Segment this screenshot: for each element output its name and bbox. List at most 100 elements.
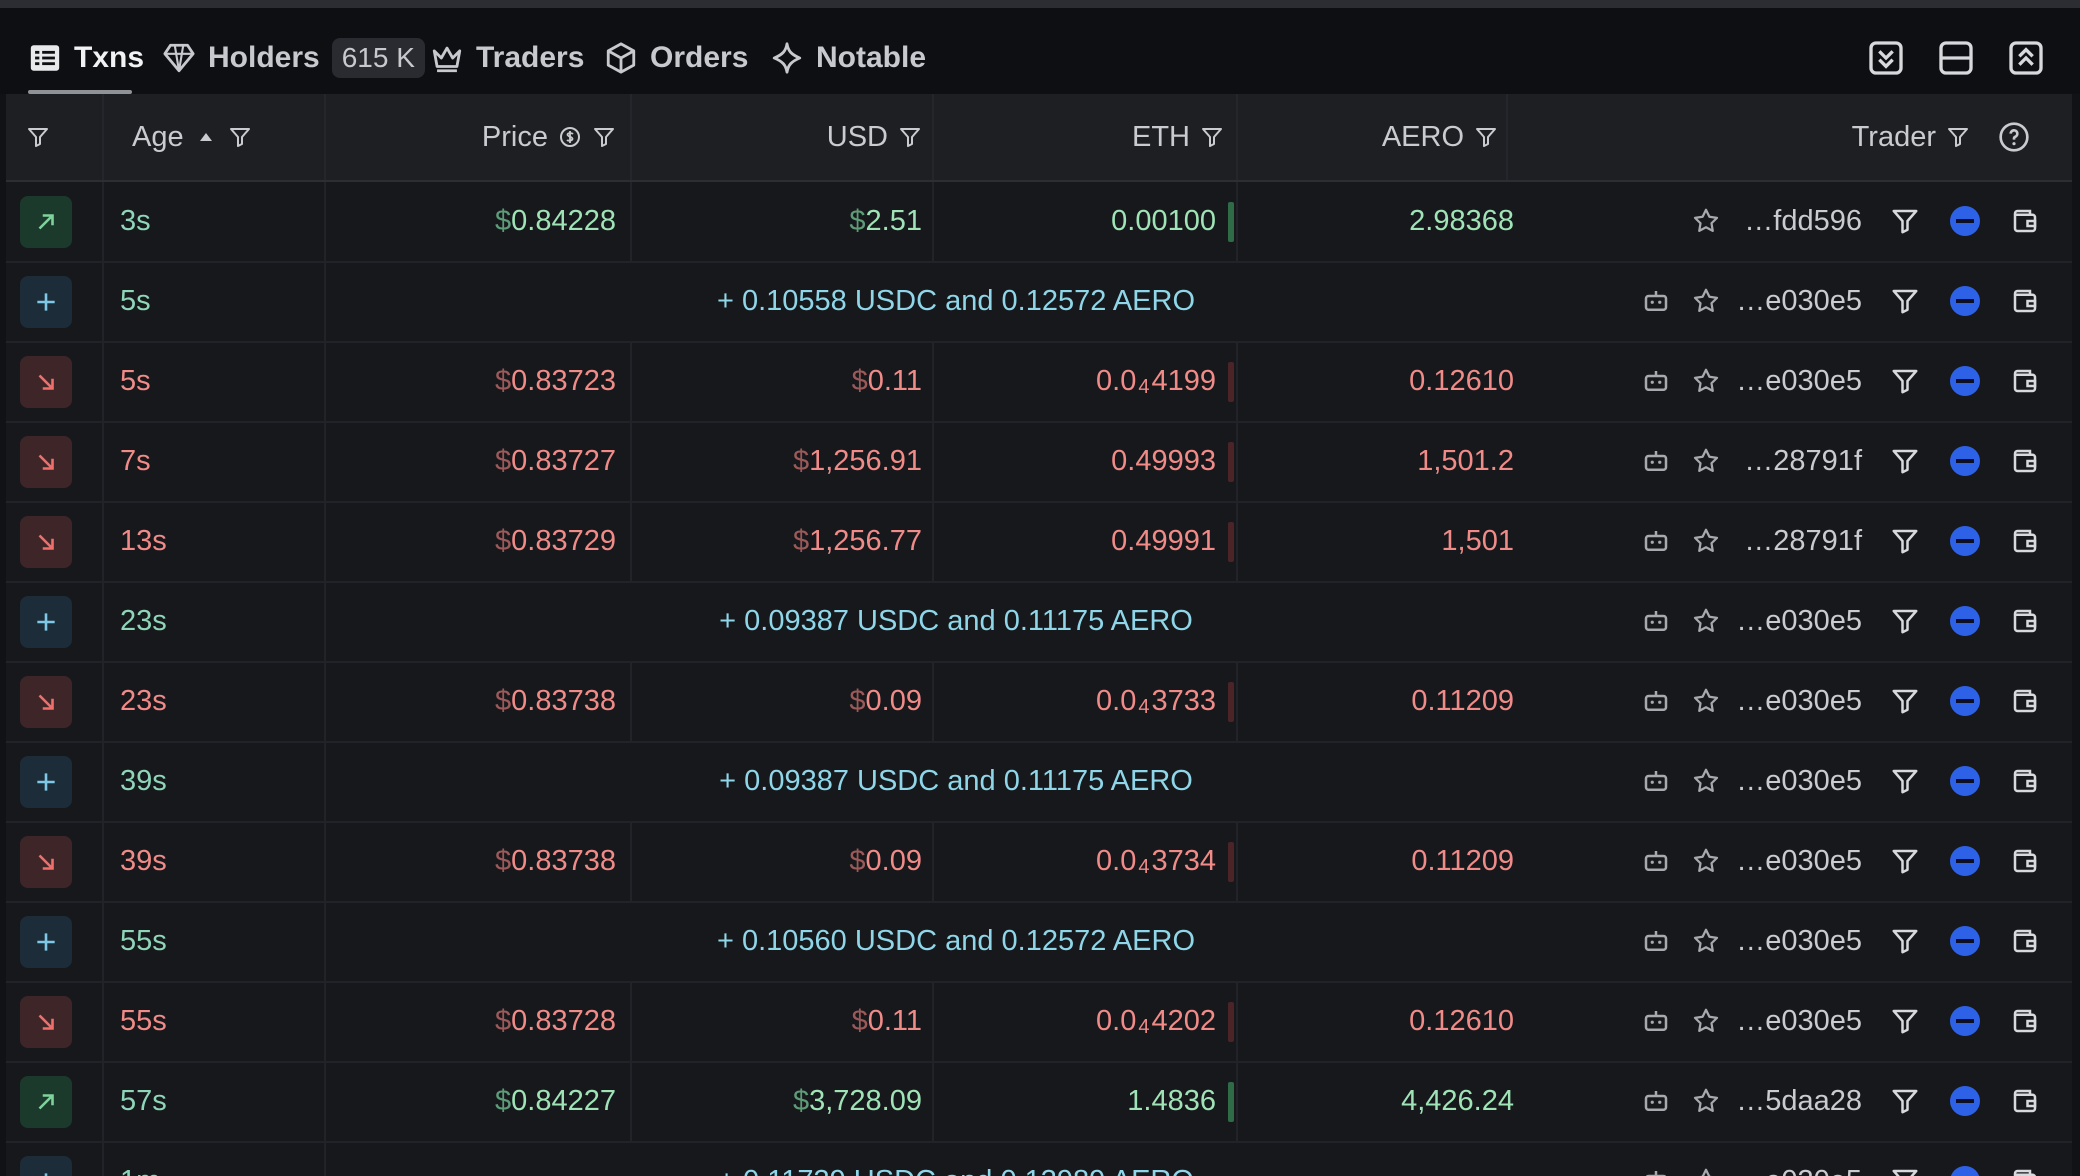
bot-icon[interactable] [1637,1162,1675,1176]
trader-address[interactable]: …e030e5 [1726,342,1862,421]
type-filter-icon[interactable] [26,94,50,180]
table-row[interactable]: 39s $0.83738 $0.09 0.0 4 3734 0.11209 …e030e5 [6,822,2072,903]
star-icon[interactable] [1687,922,1725,960]
eth-header[interactable]: ETH [934,94,1224,180]
chain-explorer-icon[interactable] [1950,1006,1980,1036]
filter-trader-icon[interactable] [1886,842,1924,880]
star-icon[interactable] [1687,362,1725,400]
table-row[interactable]: 1m + 0.11739 USDC and 0.13989 AERO …e030e5 [6,1142,2072,1176]
wallet-icon[interactable] [2006,442,2044,480]
eth-filter-icon[interactable] [1200,125,1224,149]
trader-address[interactable]: …e030e5 [1726,982,1862,1061]
filter-trader-icon[interactable] [1886,682,1924,720]
bot-icon[interactable] [1637,522,1675,560]
trader-address[interactable]: …e030e5 [1726,1142,1862,1176]
chain-explorer-icon[interactable] [1950,446,1980,476]
bot-icon[interactable] [1637,602,1675,640]
bot-icon[interactable] [1637,842,1675,880]
star-icon[interactable] [1687,282,1725,320]
trader-address[interactable]: …e030e5 [1726,822,1862,901]
trader-address[interactable]: …e030e5 [1726,662,1862,741]
price-filter-icon[interactable] [592,125,616,149]
table-row[interactable]: 7s $0.83727 $1,256.91 0.49993 1,501.2 …28791f [6,422,2072,503]
wallet-icon[interactable] [2006,682,2044,720]
tab-txns[interactable]: Txns [28,30,144,86]
star-icon[interactable] [1687,682,1725,720]
wallet-icon[interactable] [2006,1162,2044,1176]
trader-filter-icon[interactable] [1946,125,1970,149]
trader-address[interactable]: …e030e5 [1726,582,1862,661]
chain-explorer-icon[interactable] [1950,606,1980,636]
chain-explorer-icon[interactable] [1950,366,1980,396]
table-row[interactable]: 39s + 0.09387 USDC and 0.11175 AERO …e030e… [6,742,2072,823]
filter-trader-icon[interactable] [1886,522,1924,560]
trader-address[interactable]: …28791f [1726,502,1862,581]
wallet-icon[interactable] [2006,522,2044,560]
filter-trader-icon[interactable] [1886,1002,1924,1040]
star-icon[interactable] [1687,762,1725,800]
filter-trader-icon[interactable] [1886,442,1924,480]
table-row[interactable]: 55s + 0.10560 USDC and 0.12572 AERO …e030e… [6,902,2072,983]
bot-icon[interactable] [1637,1002,1675,1040]
filter-trader-icon[interactable] [1886,362,1924,400]
bot-icon[interactable] [1637,682,1675,720]
table-row[interactable]: 55s $0.83728 $0.11 0.0 4 4202 0.12610 …e030e5 [6,982,2072,1063]
table-row[interactable]: 5s + 0.10558 USDC and 0.12572 AERO …e030e5 [6,262,2072,343]
collapse-down-icon[interactable] [1866,38,1906,78]
bot-icon[interactable] [1637,762,1675,800]
trader-address[interactable]: …e030e5 [1726,262,1862,341]
sort-asc-icon[interactable] [194,125,218,149]
trader-header[interactable]: Trader [1706,94,1970,180]
wallet-icon[interactable] [2006,762,2044,800]
star-icon[interactable] [1687,1002,1725,1040]
wallet-icon[interactable] [2006,1002,2044,1040]
price-header[interactable]: Price [326,94,616,180]
star-icon[interactable] [1687,842,1725,880]
filter-trader-icon[interactable] [1886,1162,1924,1176]
chain-explorer-icon[interactable] [1950,926,1980,956]
wallet-icon[interactable] [2006,842,2044,880]
chain-explorer-icon[interactable] [1950,286,1980,316]
wallet-icon[interactable] [2006,282,2044,320]
trader-address[interactable]: …28791f [1726,422,1862,501]
tab-traders[interactable]: Traders [430,30,584,86]
filter-trader-icon[interactable] [1886,1082,1924,1120]
trader-address[interactable]: …e030e5 [1726,742,1862,821]
wallet-icon[interactable] [2006,922,2044,960]
expand-up-icon[interactable] [2006,38,2046,78]
table-row[interactable]: 13s $0.83729 $1,256.77 0.49991 1,501 …28791f [6,502,2072,583]
chain-explorer-icon[interactable] [1950,526,1980,556]
star-icon[interactable] [1687,1082,1725,1120]
trader-address[interactable]: …fdd596 [1726,182,1862,261]
table-row[interactable]: 23s + 0.09387 USDC and 0.11175 AERO …e030e… [6,582,2072,663]
aero-header[interactable]: AERO [1238,94,1498,180]
usd-header[interactable]: USD [632,94,922,180]
bot-icon[interactable] [1637,922,1675,960]
star-icon[interactable] [1687,602,1725,640]
wallet-icon[interactable] [2006,362,2044,400]
age-filter-icon[interactable] [228,125,252,149]
chain-explorer-icon[interactable] [1950,766,1980,796]
bot-icon[interactable] [1637,442,1675,480]
table-row[interactable]: 23s $0.83738 $0.09 0.0 4 3733 0.11209 …e030e5 [6,662,2072,743]
chain-explorer-icon[interactable] [1950,1166,1980,1176]
bot-icon[interactable] [1637,362,1675,400]
star-icon[interactable] [1687,442,1725,480]
filter-trader-icon[interactable] [1886,602,1924,640]
table-row[interactable]: 3s $0.84228 $2.51 0.00100 2.98368 …fdd596 [6,182,2072,263]
table-row[interactable]: 57s $0.84227 $3,728.09 1.4836 4,426.24 …5daa2… [6,1062,2072,1143]
age-header[interactable]: Age [132,94,252,180]
aero-filter-icon[interactable] [1474,125,1498,149]
filter-trader-icon[interactable] [1886,282,1924,320]
filter-trader-icon[interactable] [1886,922,1924,960]
star-icon[interactable] [1687,202,1725,240]
chain-explorer-icon[interactable] [1950,686,1980,716]
help-icon[interactable] [1998,94,2030,180]
usd-filter-icon[interactable] [898,125,922,149]
chain-explorer-icon[interactable] [1950,206,1980,236]
trader-address[interactable]: …5daa28 [1726,1062,1862,1141]
wallet-icon[interactable] [2006,602,2044,640]
bot-icon[interactable] [1637,282,1675,320]
chain-explorer-icon[interactable] [1950,1086,1980,1116]
star-icon[interactable] [1687,1162,1725,1176]
